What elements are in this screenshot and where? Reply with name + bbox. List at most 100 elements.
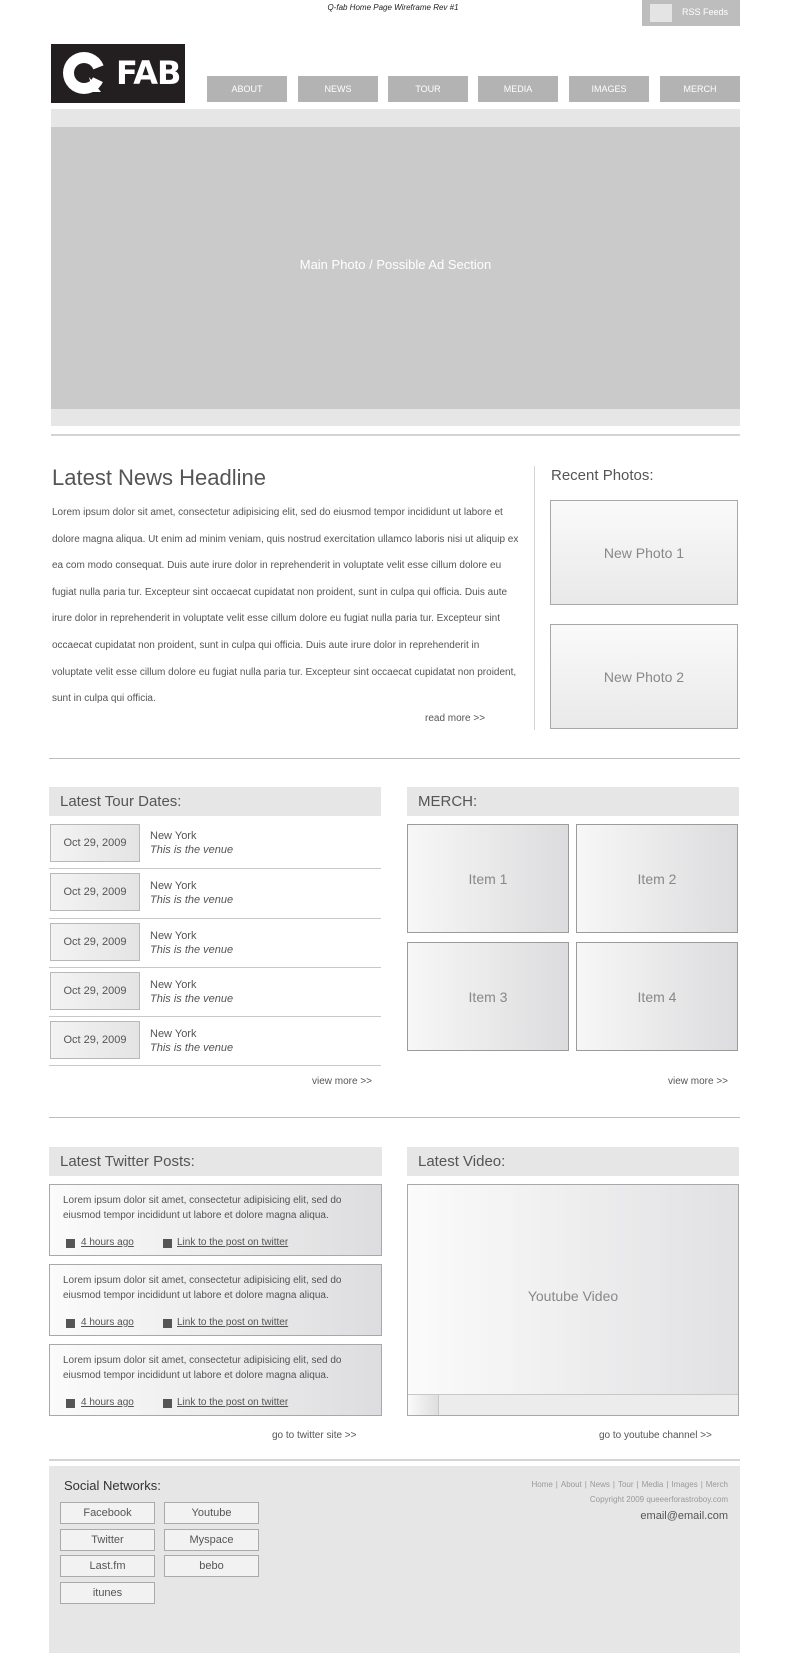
photo-label: New Photo 1 [603, 545, 685, 561]
tour-date: Oct 29, 2009 [50, 972, 140, 1010]
youtube-video-player[interactable]: Youtube Video [407, 1184, 739, 1416]
tour-city: New York [150, 1028, 197, 1040]
footer-link-news[interactable]: News [590, 1480, 610, 1489]
footer-link-home[interactable]: Home [531, 1480, 552, 1489]
divider [49, 1065, 381, 1066]
rss-feeds-label: RSS Feeds [682, 7, 729, 17]
nav-merch[interactable]: MERCH [660, 76, 740, 102]
recent-photo-2[interactable]: New Photo 2 [550, 624, 738, 729]
tweet-time-link[interactable]: 4 hours ago [81, 1317, 134, 1328]
tweet-post-link[interactable]: Link to the post on twitter [177, 1397, 288, 1408]
tour-view-more-link[interactable]: view more >> [312, 1076, 372, 1087]
social-youtube-button[interactable]: Youtube [164, 1502, 259, 1524]
divider [49, 1016, 381, 1017]
go-to-twitter-link[interactable]: go to twitter site >> [272, 1430, 357, 1441]
footer-link-about[interactable]: About [561, 1480, 582, 1489]
merch-title: MERCH: [418, 793, 478, 810]
read-more-link[interactable]: read more >> [425, 713, 485, 724]
divider [51, 434, 740, 436]
divider [49, 918, 381, 919]
nav-images[interactable]: IMAGES [569, 76, 649, 102]
divider [49, 868, 381, 869]
news-body: Lorem ipsum dolor sit amet, consectetur … [52, 507, 519, 705]
link-icon [163, 1399, 172, 1408]
social-myspace-button[interactable]: Myspace [164, 1529, 259, 1551]
tour-venue: This is the venue [150, 993, 234, 1005]
nav-tour[interactable]: TOUR [388, 76, 468, 102]
news-headline: Latest News Headline [52, 465, 267, 490]
recent-photos-title: Recent Photos: [551, 467, 654, 484]
photo-label: New Photo 2 [603, 669, 685, 685]
social-bebo-button[interactable]: bebo [164, 1555, 259, 1577]
twitter-header: Latest Twitter Posts: [49, 1147, 382, 1176]
clock-icon [66, 1399, 75, 1408]
link-icon [163, 1319, 172, 1328]
merch-item-1[interactable]: Item 1 [407, 824, 569, 933]
twitter-title: Latest Twitter Posts: [60, 1153, 195, 1170]
play-button[interactable] [408, 1395, 439, 1415]
tour-city: New York [150, 880, 197, 892]
merch-item-label: Item 3 [468, 989, 508, 1005]
tweet-text: Lorem ipsum dolor sit amet, consectetur … [63, 1355, 342, 1381]
footer-link-merch[interactable]: Merch [706, 1480, 728, 1489]
merch-header: MERCH: [407, 787, 739, 816]
social-facebook-button[interactable]: Facebook [60, 1502, 155, 1524]
social-networks-title: Social Networks: [64, 1478, 161, 1493]
go-to-youtube-link[interactable]: go to youtube channel >> [599, 1430, 712, 1441]
tour-city: New York [150, 830, 197, 842]
rss-icon [650, 4, 672, 22]
merch-item-label: Item 4 [637, 989, 677, 1005]
site-logo[interactable]: FAB [51, 44, 185, 103]
tweet-post-link[interactable]: Link to the post on twitter [177, 1317, 288, 1328]
merch-item-4[interactable]: Item 4 [576, 942, 738, 1051]
tweet-time-link[interactable]: 4 hours ago [81, 1237, 134, 1248]
clock-icon [66, 1239, 75, 1248]
vertical-divider [534, 466, 535, 730]
footer-nav: Home | About | News | Tour | Media | Images | Merch [531, 1480, 728, 1489]
merch-view-more-link[interactable]: view more >> [668, 1076, 728, 1087]
merch-item-label: Item 2 [637, 871, 677, 887]
logo-text: FAB [116, 54, 181, 92]
social-lastfm-button[interactable]: Last.fm [60, 1555, 155, 1577]
video-header: Latest Video: [407, 1147, 739, 1176]
divider [49, 758, 740, 759]
tour-city: New York [150, 930, 197, 942]
merch-item-3[interactable]: Item 3 [407, 942, 569, 1051]
logo-q-icon [63, 52, 107, 94]
nav-about[interactable]: ABOUT [207, 76, 287, 102]
tour-venue: This is the venue [150, 1042, 234, 1054]
copyright-text: Copyright 2009 queeerforastroboy.com [589, 1495, 728, 1504]
recent-photo-1[interactable]: New Photo 1 [550, 500, 738, 605]
clock-icon [66, 1319, 75, 1328]
video-title: Latest Video: [418, 1153, 506, 1170]
tweet-time-link[interactable]: 4 hours ago [81, 1397, 134, 1408]
contact-email-link[interactable]: email@email.com [640, 1510, 728, 1522]
tour-venue: This is the venue [150, 894, 234, 906]
merch-item-label: Item 1 [468, 871, 508, 887]
tour-venue: This is the venue [150, 844, 234, 856]
footer-link-tour[interactable]: Tour [618, 1480, 634, 1489]
video-label: Youtube Video [527, 1288, 619, 1304]
tweet-text: Lorem ipsum dolor sit amet, consectetur … [63, 1195, 342, 1221]
footer-link-media[interactable]: Media [642, 1480, 664, 1489]
tweet-post-link[interactable]: Link to the post on twitter [177, 1237, 288, 1248]
tour-city: New York [150, 979, 197, 991]
tour-date: Oct 29, 2009 [50, 923, 140, 961]
footer-link-images[interactable]: Images [671, 1480, 697, 1489]
tour-header: Latest Tour Dates: [49, 787, 381, 816]
tweet-card: Lorem ipsum dolor sit amet, consectetur … [49, 1264, 382, 1336]
nav-media[interactable]: MEDIA [478, 76, 558, 102]
divider [49, 1117, 740, 1118]
tour-venue: This is the venue [150, 944, 234, 956]
link-icon [163, 1239, 172, 1248]
video-controls [408, 1394, 738, 1415]
social-twitter-button[interactable]: Twitter [60, 1529, 155, 1551]
nav-news[interactable]: NEWS [298, 76, 378, 102]
tweet-card: Lorem ipsum dolor sit amet, consectetur … [49, 1344, 382, 1416]
social-itunes-button[interactable]: itunes [60, 1582, 155, 1604]
rss-feeds-button[interactable]: RSS Feeds [642, 0, 740, 26]
tour-date: Oct 29, 2009 [50, 873, 140, 911]
merch-item-2[interactable]: Item 2 [576, 824, 738, 933]
tour-date: Oct 29, 2009 [50, 1021, 140, 1059]
divider [49, 1459, 740, 1461]
